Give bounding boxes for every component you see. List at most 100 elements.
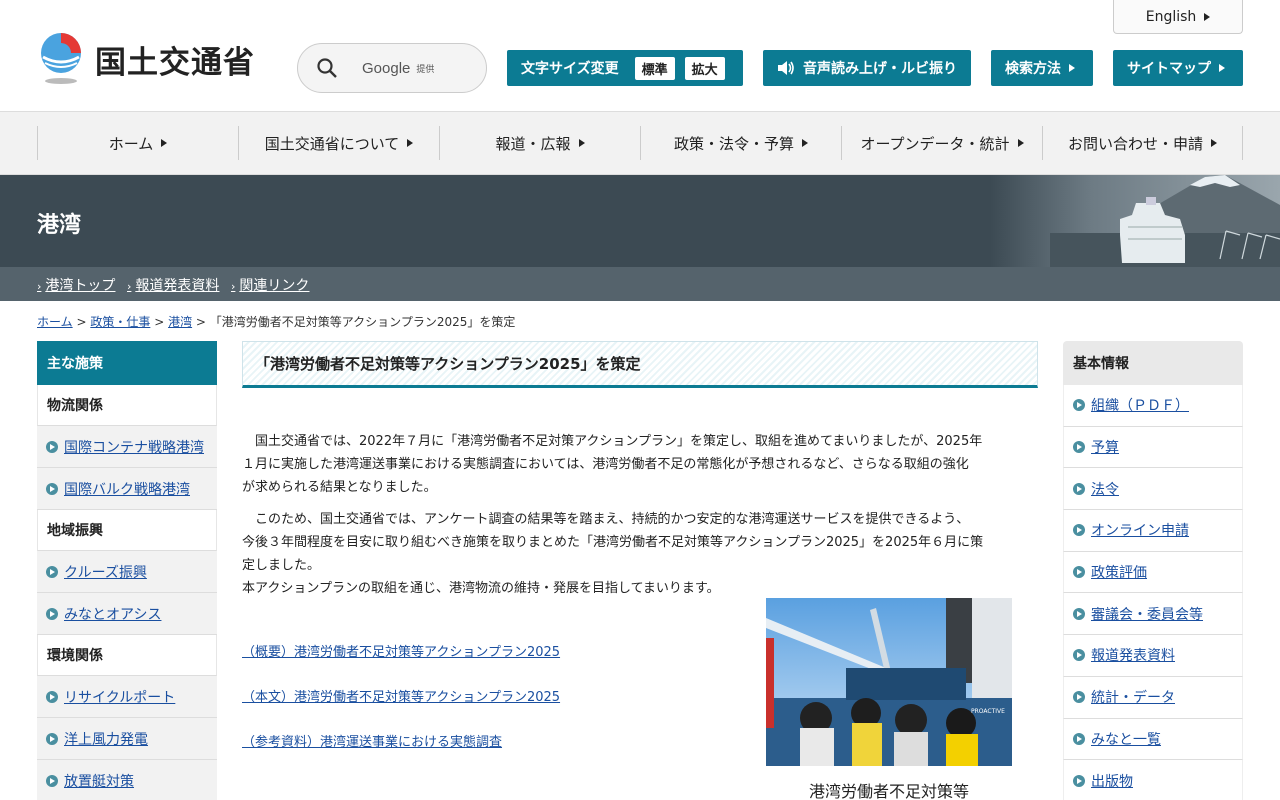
link-fulltext-pdf[interactable]: （本文）港湾労働者不足対策等アクションプラン2025: [242, 686, 560, 705]
section-title: 港湾: [37, 213, 82, 238]
sidebar-link[interactable]: 国際コンテナ戦略港湾: [64, 437, 204, 457]
sidebar-link[interactable]: 審議会・委員会等: [1091, 604, 1203, 624]
sidebar-item-press-releases[interactable]: 報道発表資料: [1063, 635, 1243, 677]
sidebar-link[interactable]: 組織（ＰＤＦ）: [1091, 395, 1189, 415]
search-provider-suffix: 提供: [416, 64, 435, 75]
breadcrumb-port[interactable]: 港湾: [168, 315, 192, 329]
breadcrumb-separator: >: [195, 315, 210, 329]
bullet-arrow-icon: [46, 732, 58, 745]
nav-item-about[interactable]: 国土交通省について: [238, 126, 439, 160]
paragraph-line: １月に実施した港湾運送事業における実態調査においては、港湾労働者不足の常態化が予…: [242, 457, 969, 472]
bullet-arrow-icon: [1073, 649, 1085, 662]
bullet-arrow-icon: [1073, 774, 1085, 787]
bullet-arrow-icon: [1073, 691, 1085, 704]
section-banner: 港湾: [0, 175, 1280, 267]
nav-item-policy[interactable]: 政策・法令・予算: [640, 126, 841, 160]
subnav-related-links[interactable]: › 関連リンク: [231, 275, 309, 295]
sidebar-category: 環境関係: [37, 635, 217, 676]
triangle-right-icon: [161, 139, 168, 147]
subnav-port-top[interactable]: › 港湾トップ: [37, 275, 115, 295]
global-nav: ホーム 国土交通省について 報道・広報 政策・法令・予算 オープンデータ・統計 …: [0, 112, 1280, 175]
sidebar-link[interactable]: クルーズ振興: [64, 562, 147, 582]
voice-reading-button[interactable]: 音声読み上げ・ルビ振り: [763, 50, 971, 86]
sidebar-category: 物流関係: [37, 385, 217, 426]
font-size-standard-button[interactable]: 標準: [634, 56, 675, 80]
page-title: 「港湾労働者不足対策等アクションプラン2025」を策定: [242, 341, 1038, 388]
nav-item-opendata[interactable]: オープンデータ・統計: [841, 126, 1042, 160]
sidebar-item-recycle-port[interactable]: リサイクルポート: [37, 676, 217, 718]
site-header: 国土交通省 Google 提供 文字サイズ変更 標準 拡大 音声読み上げ・ルビ振…: [0, 0, 1280, 112]
breadcrumb-policy[interactable]: 政策・仕事: [90, 315, 150, 329]
breadcrumb-current: 「港湾労働者不足対策等アクションプラン2025」を策定: [209, 315, 516, 329]
search-box[interactable]: Google 提供: [297, 43, 487, 93]
sidebar-link[interactable]: 報道発表資料: [1091, 645, 1175, 665]
bullet-arrow-icon: [1073, 482, 1085, 495]
sidebar-item-container-port[interactable]: 国際コンテナ戦略港湾: [37, 426, 217, 468]
sidebar-link[interactable]: 出版物: [1091, 771, 1133, 791]
nav-item-home[interactable]: ホーム: [37, 126, 238, 160]
sidebar-item-policy-evaluation[interactable]: 政策評価: [1063, 551, 1243, 594]
search-howto-button[interactable]: 検索方法: [991, 50, 1093, 86]
nav-item-contact[interactable]: お問い合わせ・申請: [1042, 126, 1243, 160]
svg-text:PROACTIVE: PROACTIVE: [971, 708, 1005, 715]
english-link[interactable]: English: [1113, 0, 1243, 34]
sidebar-link[interactable]: 予算: [1091, 437, 1119, 457]
section-subnav: › 港湾トップ › 報道発表資料 › 関連リンク: [0, 267, 1280, 301]
font-size-label: 文字サイズ変更: [521, 61, 619, 77]
subnav-press-releases[interactable]: › 報道発表資料: [127, 275, 219, 295]
sidebar-item-minato-oasis[interactable]: みなとオアシス: [37, 593, 217, 635]
nav-item-press[interactable]: 報道・広報: [439, 126, 640, 160]
sidebar-link[interactable]: みなと一覧: [1091, 729, 1161, 749]
chevron-right-icon: ›: [127, 280, 132, 293]
link-overview-pdf[interactable]: （概要）港湾労働者不足対策等アクションプラン2025: [242, 641, 560, 660]
nav-item-label: 国土交通省について: [264, 134, 400, 153]
sidebar-link[interactable]: みなとオアシス: [64, 604, 161, 624]
english-label: English: [1145, 8, 1197, 25]
sidebar-link[interactable]: 統計・データ: [1091, 687, 1175, 707]
right-sidebar: 基本情報 組織（ＰＤＦ） 予算 法令 オンライン申請 政策評価 審議会・委員会等…: [1063, 341, 1243, 800]
sidebar-link[interactable]: 放置艇対策: [64, 771, 134, 791]
font-size-large-button[interactable]: 拡大: [684, 56, 725, 80]
site-logo[interactable]: 国土交通省: [37, 33, 255, 85]
sidebar-item-statistics[interactable]: 統計・データ: [1063, 676, 1243, 719]
chevron-right-icon: ›: [37, 280, 42, 293]
article-body: 国土交通省では、2022年７月に「港湾労働者不足対策アクションプラン」を策定し、…: [242, 430, 1038, 600]
bullet-arrow-icon: [1073, 732, 1085, 745]
sidebar-link[interactable]: リサイクルポート: [64, 687, 175, 707]
nav-item-label: ホーム: [108, 134, 154, 153]
action-plan-photo-link[interactable]: PROACTIVE 港湾労働者不足対策等: [766, 598, 1012, 800]
main-content: 「港湾労働者不足対策等アクションプラン2025」を策定 国土交通省では、2022…: [242, 341, 1038, 800]
paragraph-line: が求められる結果となりました。: [242, 480, 437, 495]
sidebar-link[interactable]: 国際バルク戦略港湾: [64, 479, 190, 499]
port-ship-illustration: [990, 175, 1280, 267]
link-reference-pdf[interactable]: （参考資料）港湾運送事業における実態調査: [242, 731, 560, 750]
triangle-right-icon: [1017, 139, 1024, 147]
sidebar-link[interactable]: 政策評価: [1091, 562, 1147, 582]
sidebar-item-budget[interactable]: 予算: [1063, 426, 1243, 469]
breadcrumb-separator: >: [154, 315, 169, 329]
sidebar-item-councils[interactable]: 審議会・委員会等: [1063, 593, 1243, 636]
sidebar-item-online-application[interactable]: オンライン申請: [1063, 510, 1243, 552]
font-size-control: 文字サイズ変更 標準 拡大: [507, 50, 743, 86]
triangle-right-icon: [1211, 139, 1217, 147]
search-icon[interactable]: [316, 57, 338, 79]
sidebar-item-offshore-wind[interactable]: 洋上風力発電: [37, 718, 217, 760]
sidebar-item-abandoned-boats[interactable]: 放置艇対策: [37, 760, 217, 800]
bullet-arrow-icon: [1073, 524, 1085, 537]
bullet-arrow-icon: [46, 774, 58, 787]
speaker-icon: [778, 61, 794, 75]
nav-item-label: 政策・法令・予算: [673, 134, 794, 153]
sidebar-item-port-list[interactable]: みなと一覧: [1063, 718, 1243, 761]
sidebar-item-bulk-port[interactable]: 国際バルク戦略港湾: [37, 468, 217, 510]
nav-item-label: オープンデータ・統計: [860, 134, 1010, 153]
sidebar-item-cruise[interactable]: クルーズ振興: [37, 551, 217, 593]
sidebar-item-publications[interactable]: 出版物: [1063, 760, 1243, 800]
breadcrumb-home[interactable]: ホーム: [37, 315, 73, 329]
sidebar-link[interactable]: オンライン申請: [1091, 520, 1189, 540]
sidebar-link[interactable]: 法令: [1091, 479, 1119, 499]
sidebar-item-organization[interactable]: 組織（ＰＤＦ）: [1063, 385, 1243, 427]
sitemap-button[interactable]: サイトマップ: [1113, 50, 1243, 86]
search-howto-label: 検索方法: [1005, 61, 1061, 77]
sidebar-item-laws[interactable]: 法令: [1063, 468, 1243, 511]
sidebar-link[interactable]: 洋上風力発電: [64, 729, 148, 749]
